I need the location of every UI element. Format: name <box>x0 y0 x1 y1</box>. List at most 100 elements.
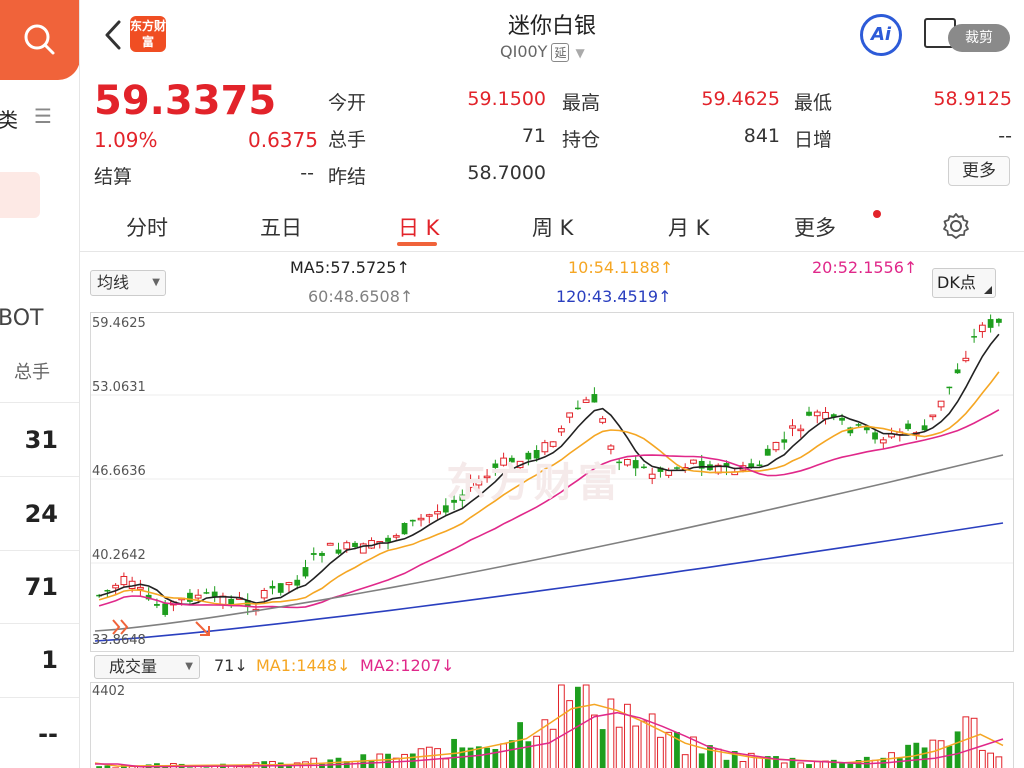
candle-body <box>756 464 763 467</box>
volume-bar <box>970 717 978 768</box>
row-divider <box>0 623 79 624</box>
volume-bar <box>871 759 879 768</box>
ma10-readout: 10:54.1188↑ <box>568 258 674 277</box>
volume-chart[interactable] <box>90 682 1014 768</box>
candle-body <box>392 535 400 538</box>
candle-body <box>962 357 970 362</box>
candle-body <box>641 466 647 469</box>
volume-bar <box>780 762 788 768</box>
volume-bar <box>417 748 425 768</box>
row-divider <box>0 476 79 477</box>
y-tick-label: 46.6636 <box>92 464 146 479</box>
volume-bar <box>962 716 970 768</box>
move-arrow-icon[interactable] <box>192 618 214 640</box>
candle-body <box>417 517 425 521</box>
gear-icon[interactable] <box>942 212 970 240</box>
volume-ma1: MA1:1448↓ <box>256 656 351 675</box>
instrument-code: QI00Y <box>500 42 548 61</box>
period-tabs: 分时 五日 日 K 周 K 月 K 更多 <box>80 198 1024 252</box>
volume-bar <box>484 747 490 768</box>
tab-five-day[interactable]: 五日 <box>260 212 302 242</box>
volume-label: 总手 <box>328 129 367 151</box>
selected-category-chip[interactable] <box>0 172 40 218</box>
volume-bar <box>665 731 673 768</box>
list-value[interactable]: 24 <box>0 500 58 528</box>
candle-body <box>557 428 565 433</box>
candle-body <box>352 542 358 547</box>
volume-bar <box>549 728 557 768</box>
indicator-select[interactable]: 均线 ▼ <box>90 270 166 296</box>
delay-tag: 延 <box>551 43 570 62</box>
volume-column-header[interactable]: 总手 <box>14 358 50 384</box>
volume-bar <box>508 740 515 768</box>
tab-intraday[interactable]: 分时 <box>126 212 168 242</box>
candle-body <box>104 590 111 592</box>
category-label[interactable]: 类 <box>0 104 18 133</box>
volume-bar <box>773 756 779 768</box>
ai-assistant-button[interactable]: Ai <box>860 14 902 56</box>
tab-monthly-k[interactable]: 月 K <box>668 212 709 242</box>
candle-body <box>937 400 945 408</box>
list-value[interactable]: 1 <box>0 646 58 674</box>
volume-bar <box>591 714 598 768</box>
volume-bar <box>888 752 895 768</box>
list-value[interactable]: 71 <box>0 573 58 601</box>
expand-arrows-icon[interactable] <box>110 616 132 638</box>
volume-indicator-select[interactable]: 成交量 ▼ <box>94 655 200 679</box>
candle-body <box>971 336 977 338</box>
volume-bar <box>657 736 664 768</box>
candle-body <box>582 399 590 403</box>
list-value[interactable]: -- <box>0 720 58 748</box>
candle-body <box>789 425 796 429</box>
tab-daily-k[interactable]: 日 K <box>398 212 439 242</box>
chevron-down-icon: ▼ <box>575 46 585 60</box>
candle-body <box>748 463 755 468</box>
open-interest-label: 持仓 <box>562 129 601 151</box>
candle-body <box>764 448 771 456</box>
settlement-label: 结算 <box>94 166 133 188</box>
volume-bar <box>698 753 705 768</box>
change-percent: 1.09% <box>94 128 158 152</box>
dk-points-button[interactable]: DK点 <box>932 268 996 298</box>
ma5-readout: MA5:57.5725↑ <box>290 258 410 277</box>
menu-icon[interactable]: ☰ <box>34 104 52 128</box>
candle-body <box>566 412 574 418</box>
tab-more[interactable]: 更多 <box>794 212 836 242</box>
volume-bar <box>517 722 523 768</box>
candle-body <box>839 417 845 421</box>
list-value[interactable]: 31 <box>0 426 58 454</box>
notification-dot <box>873 210 881 218</box>
volume-bar <box>707 745 713 768</box>
ma60-readout: 60:48.6508↑ <box>308 287 414 306</box>
volume-value: 71 <box>521 125 546 147</box>
candle-body <box>112 584 120 589</box>
high-value: 59.4625 <box>701 88 780 110</box>
candle-body <box>690 459 697 464</box>
instrument-code-selector[interactable]: QI00Y 延 ▼ <box>500 42 585 62</box>
candle-body <box>978 324 986 333</box>
tab-weekly-k[interactable]: 周 K <box>532 212 573 242</box>
candle-body <box>434 511 441 515</box>
volume-bar <box>376 753 384 768</box>
high-label: 最高 <box>562 92 601 114</box>
prev-settlement-label: 昨结 <box>328 166 367 188</box>
daily-increase-label: 日增 <box>794 129 833 151</box>
volume-bar <box>806 764 812 768</box>
more-fields-button[interactable]: 更多 <box>948 156 1010 186</box>
volume-bar <box>863 756 870 768</box>
candle-body <box>203 592 210 594</box>
volume-bar <box>640 720 648 768</box>
search-button[interactable] <box>0 0 79 80</box>
candle-body <box>599 418 607 423</box>
candle-body <box>162 603 169 615</box>
volume-bar <box>723 759 730 768</box>
candle-body <box>294 579 301 586</box>
volume-bar <box>978 749 986 768</box>
candle-body <box>591 394 598 403</box>
open-interest-value: 841 <box>743 125 780 147</box>
row-divider <box>0 402 79 403</box>
candle-body <box>781 439 788 443</box>
candle-body <box>674 467 680 469</box>
crop-button[interactable]: 裁剪 <box>948 24 1010 52</box>
volume-bar <box>756 757 763 768</box>
